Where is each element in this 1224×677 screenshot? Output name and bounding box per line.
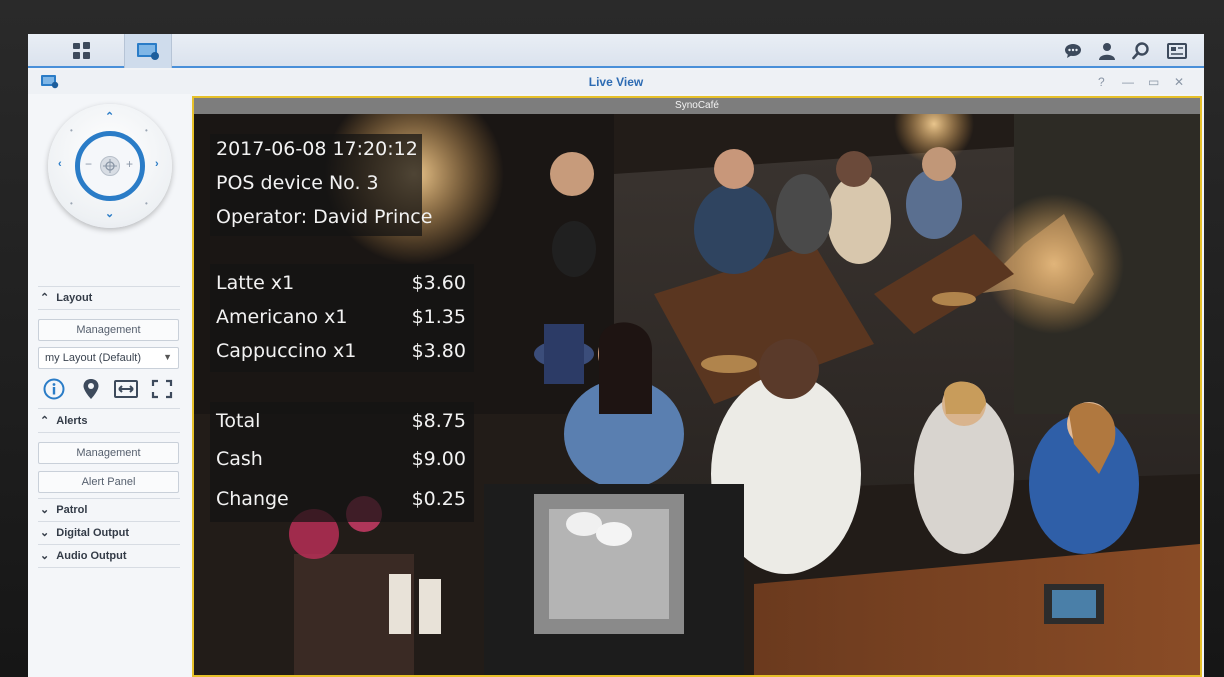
divider xyxy=(38,408,180,409)
crosshair-icon xyxy=(103,159,117,173)
audio-output-section-label: Audio Output xyxy=(56,550,127,562)
restore-button[interactable]: ▭ xyxy=(1148,75,1159,89)
alerts-section-toggle[interactable]: ⌃ Alerts xyxy=(40,414,87,427)
chevron-down-icon: ⌄ xyxy=(40,504,50,516)
notifications-button[interactable] xyxy=(1062,41,1084,61)
divider xyxy=(38,309,180,310)
camera-name: SynoCafé xyxy=(194,98,1200,114)
layout-management-button[interactable]: Management xyxy=(38,319,179,341)
info-icon xyxy=(43,378,65,400)
user-icon xyxy=(1099,43,1115,60)
layout-select[interactable]: my Layout (Default) ▼ xyxy=(38,347,179,369)
chevron-up-icon: ⌃ xyxy=(40,292,50,304)
timestamp-text: 2017-06-08 17:20:12 xyxy=(216,138,418,160)
ptz-upright-icon[interactable]: • xyxy=(145,126,148,135)
fit-width-button[interactable] xyxy=(114,377,138,401)
alert-panel-button[interactable]: Alert Panel xyxy=(38,471,179,493)
fullscreen-icon xyxy=(151,379,173,399)
camera-view[interactable]: SynoCafé 2017-06-08 17:20:12 POS device … xyxy=(192,96,1202,677)
location-button[interactable] xyxy=(79,377,103,401)
digital-output-section-label: Digital Output xyxy=(56,527,129,539)
ptz-home-button[interactable] xyxy=(100,156,120,176)
chat-bubble-icon xyxy=(1065,44,1081,58)
help-button[interactable]: ? xyxy=(1098,75,1105,89)
patrol-section-toggle[interactable]: ⌄ Patrol xyxy=(40,503,87,516)
map-pin-icon xyxy=(83,379,99,399)
chevron-up-icon: ⌃ xyxy=(40,415,50,427)
item-name: Cappuccino x1 xyxy=(216,340,357,362)
layout-section-label: Layout xyxy=(56,292,93,304)
device-bezel: Live View ? — ▭ ✕ ⌃ ⌄ ‹ › • • • • − + ⌃ … xyxy=(0,0,1224,677)
layout-select-value: my Layout (Default) xyxy=(45,352,141,364)
ptz-upleft-icon[interactable]: • xyxy=(70,126,73,135)
operator-text: Operator: David Prince xyxy=(216,206,433,228)
ptz-left-icon[interactable]: ‹ xyxy=(58,158,62,170)
divider xyxy=(38,498,180,499)
change-label: Change xyxy=(216,488,289,510)
layout-section-toggle[interactable]: ⌃ Layout xyxy=(40,291,92,304)
ptz-up-icon[interactable]: ⌃ xyxy=(105,110,114,123)
ptz-control-pad[interactable]: ⌃ ⌄ ‹ › • • • • − + xyxy=(48,104,172,228)
chevron-down-icon: ⌄ xyxy=(40,550,50,562)
divider xyxy=(38,544,180,545)
search-icon xyxy=(1132,42,1149,60)
item-name: Americano x1 xyxy=(216,306,348,328)
ptz-right-icon[interactable]: › xyxy=(155,158,159,170)
divider xyxy=(38,567,180,568)
search-button[interactable] xyxy=(1130,41,1152,61)
widgets-icon xyxy=(1167,43,1187,59)
main-menu-icon xyxy=(73,42,90,59)
close-button[interactable]: ✕ xyxy=(1174,75,1184,89)
item-price: $3.80 xyxy=(411,340,466,362)
alerts-management-button[interactable]: Management xyxy=(38,442,179,464)
dsm-desktop: Live View ? — ▭ ✕ ⌃ ⌄ ‹ › • • • • − + ⌃ … xyxy=(28,34,1204,677)
camera-feed[interactable]: 2017-06-08 17:20:12 POS device No. 3 Ope… xyxy=(194,114,1200,675)
patrol-section-label: Patrol xyxy=(56,504,88,516)
divider xyxy=(38,432,180,433)
main-menu-button[interactable] xyxy=(58,34,106,68)
user-button[interactable] xyxy=(1096,41,1118,61)
audio-output-section-toggle[interactable]: ⌄ Audio Output xyxy=(40,549,127,562)
divider xyxy=(38,286,180,287)
ptz-downright-icon[interactable]: • xyxy=(145,199,148,208)
chevron-down-icon: ⌄ xyxy=(40,527,50,539)
window-titlebar: Live View ? — ▭ ✕ xyxy=(28,70,1204,94)
sidebar: ⌃ ⌄ ‹ › • • • • − + ⌃ Layout Management … xyxy=(28,94,190,677)
item-name: Latte x1 xyxy=(216,272,295,294)
item-price: $3.60 xyxy=(411,272,466,294)
ptz-down-icon[interactable]: ⌄ xyxy=(105,207,114,220)
caret-down-icon: ▼ xyxy=(163,352,172,362)
item-price: $1.35 xyxy=(411,306,466,328)
zoom-in-icon[interactable]: + xyxy=(126,157,133,171)
taskbar xyxy=(28,34,1204,68)
total-value: $8.75 xyxy=(411,410,466,432)
info-button[interactable] xyxy=(42,377,66,401)
cash-value: $9.00 xyxy=(411,448,466,470)
divider xyxy=(38,521,180,522)
device-text: POS device No. 3 xyxy=(216,172,379,194)
total-label: Total xyxy=(216,410,261,432)
fullscreen-button[interactable] xyxy=(150,377,174,401)
window-title: Live View xyxy=(588,75,644,89)
cash-label: Cash xyxy=(216,448,263,470)
alerts-section-label: Alerts xyxy=(56,415,88,427)
fit-width-icon xyxy=(114,380,138,398)
surveillance-app-button[interactable] xyxy=(124,34,172,68)
digital-output-section-toggle[interactable]: ⌄ Digital Output xyxy=(40,526,129,539)
widgets-button[interactable] xyxy=(1166,41,1188,61)
zoom-out-icon[interactable]: − xyxy=(85,157,92,171)
surveillance-station-icon xyxy=(137,43,159,60)
ptz-downleft-icon[interactable]: • xyxy=(70,199,73,208)
minimize-button[interactable]: — xyxy=(1122,75,1134,89)
change-value: $0.25 xyxy=(411,488,466,510)
